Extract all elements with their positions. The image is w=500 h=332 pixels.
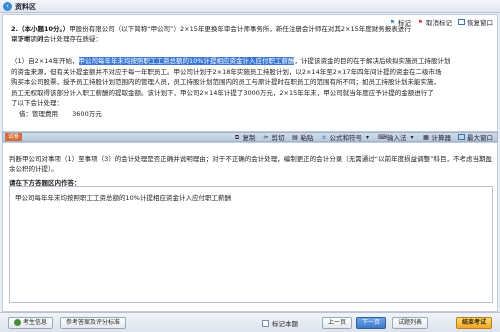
input-label: 输入法 (387, 134, 407, 142)
paste-button[interactable]: ▤ 粘贴 (292, 133, 314, 143)
journal-entry: 借：管理费用 3600万元 (11, 109, 493, 120)
prev-label: 上一页 (328, 319, 347, 326)
user-icon (14, 319, 21, 326)
item-prefix: （1）自2×14年开始， (11, 57, 79, 65)
question-item-1: （1）自2×14年开始，甲公司每年年末均按照职工工资总额的10%计提相应资金计入… (11, 56, 493, 119)
question-panel: ⚑ 标记 ⚑ 取消标记 恢复窗口 2.（本小题10分。）甲股份有限公司（以下简称… (2, 14, 498, 132)
highlighted-text[interactable]: 甲公司每年年末均按照职工工资总额的10%计提相应资金计入应付职工薪酬 (78, 57, 295, 65)
calculator-button[interactable]: ▦ 计算器 (423, 133, 452, 143)
answer-toolbar: 试卷 ⧉ 复制 ✂ 剪切 ▤ 粘贴 ± 公式和符号 ▾ ⌨ 输入法 ▾ ▦ 计算… (2, 132, 498, 142)
answer-tools: ⧉ 复制 ✂ 剪切 ▤ 粘贴 ± 公式和符号 ▾ ⌨ 输入法 ▾ ▦ 计算器 最… (234, 133, 493, 143)
maximize-button[interactable]: 最大窗口 (458, 133, 493, 142)
copy-label: 复制 (242, 134, 256, 142)
question-intro-2: 以下事项的会计处理存在质疑： (11, 35, 102, 43)
entry-label: 借：管理费用 (19, 109, 58, 118)
reference-label: 参考答案及评分标准 (66, 319, 121, 326)
window-icon (458, 19, 465, 25)
chevron-down-icon: ▾ (365, 133, 369, 141)
next-label: 下一页 (362, 319, 381, 326)
paste-label: 粘贴 (300, 134, 314, 142)
answer-panel: 判断甲公司对事项（1）至事项（3）的会计处理是否正确并说明理由；对于不正确的会计… (2, 142, 498, 312)
mark-question-toggle[interactable]: 标记本题 (262, 318, 298, 328)
question-line: 了以下会计处理： (11, 99, 63, 107)
candidate-label: 考生信息 (23, 319, 48, 326)
answer-text: 甲公司每年年末均按照职工工资总额的10%计提相应资金计入应付职工薪酬 (15, 194, 231, 202)
question-list-button[interactable]: 试题列表 (392, 317, 429, 329)
scissors-icon: ✂ (263, 133, 269, 141)
mark-checkbox[interactable] (262, 319, 269, 327)
item-rest: ，计提该资金的目的在于解决后续拟实施员工持股计划 (294, 57, 451, 65)
finish-label: 结束考试 (462, 319, 487, 326)
question-line: 的资金来源，但有关计提金额并不对应于每一年职员工。甲公司计划于2×18年实施员工… (11, 67, 442, 76)
question-intro-line: 以下事项的会计处理存在质疑： (11, 34, 493, 45)
formula-label: 公式和符号 (329, 134, 363, 142)
keyboard-icon: ⌨ (378, 133, 387, 141)
entry-amount: 3600万元 (72, 109, 102, 118)
question-number: 2. (11, 25, 18, 33)
question-line: 员工无权取得该部分计入职工薪酬的提取金额。该计划下，甲公司2×14年计提了300… (11, 88, 434, 97)
question-line: （1）自2×14年开始，甲公司每年年末均按照职工工资总额的10%计提相应资金计入… (11, 56, 493, 67)
paper-tab[interactable]: 试卷 (5, 133, 23, 141)
finish-exam-button[interactable]: 结束考试 (456, 317, 493, 329)
question-line: 购买本公司股票，授予员工持股计划范围内的管理人员，员工持股计划范围内的员工与原计… (11, 78, 440, 86)
maximize-label: 最大窗口 (467, 134, 493, 142)
mark-question-label: 标记本题 (272, 320, 298, 328)
unmark-button[interactable]: ⚑ 取消标记 (417, 17, 452, 28)
restore-label: 恢复窗口 (467, 19, 493, 27)
unmark-label: 取消标记 (426, 19, 452, 27)
instruction-text: 判断甲公司对事项（1）至事项（3）的会计处理是否正确并说明理由；对于不正确的会计… (9, 155, 493, 173)
calculator-icon: ▦ (423, 133, 429, 141)
bottom-bar: 考生信息 参考答案及评分标准 标记本题 上一页 下一页 试题列表 结束考试 (0, 312, 500, 332)
paste-icon: ▤ (292, 133, 298, 141)
question-score: （本小题10分。） (18, 25, 70, 33)
back-arrow-icon[interactable]: ‹ (3, 2, 12, 11)
calculator-label: 计算器 (431, 134, 452, 142)
cut-button[interactable]: ✂ 剪切 (263, 133, 285, 143)
unflag-icon: ⚑ (417, 18, 424, 26)
copy-button[interactable]: ⧉ 复制 (234, 133, 256, 143)
cut-label: 剪切 (271, 134, 285, 142)
prev-page-button[interactable]: 上一页 (322, 317, 353, 329)
input-method-button[interactable]: ⌨ 输入法 ▾ (378, 133, 416, 143)
plus-icon: ± (321, 133, 327, 141)
candidate-info-button[interactable]: 考生信息 (8, 317, 54, 329)
answer-textarea[interactable]: 甲公司每年年末均按照职工工资总额的10%计提相应资金计入应付职工薪酬 (9, 186, 493, 303)
chevron-down-icon: ▾ (410, 133, 414, 141)
copy-icon: ⧉ (234, 133, 240, 141)
reference-answer-button[interactable]: 参考答案及评分标准 (60, 317, 127, 329)
app-title: 资料区 (15, 3, 36, 11)
title-bar: ‹ 资料区 (0, 0, 500, 13)
restore-window-button[interactable]: 恢复窗口 (458, 17, 493, 27)
formula-button[interactable]: ± 公式和符号 ▾ (321, 133, 372, 143)
window-icon (458, 134, 465, 140)
next-page-button[interactable]: 下一页 (356, 317, 387, 329)
list-label: 试题列表 (398, 319, 423, 326)
